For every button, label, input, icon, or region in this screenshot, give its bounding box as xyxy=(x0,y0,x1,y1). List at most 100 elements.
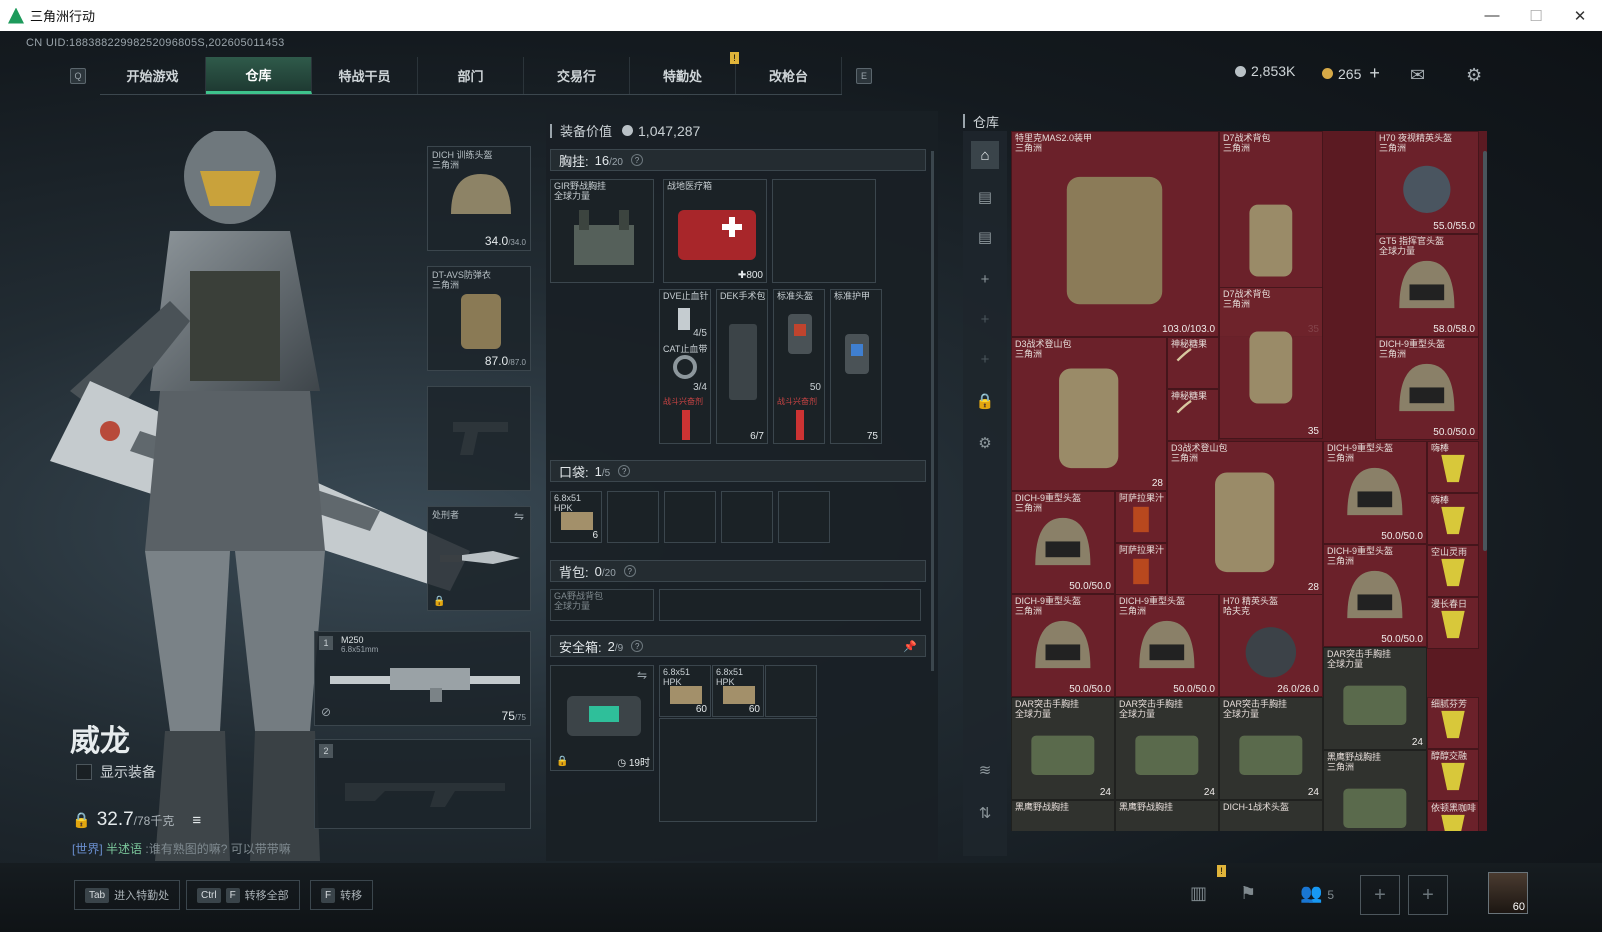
chat-user[interactable]: 半述语 xyxy=(106,842,142,856)
stash-item[interactable]: D7战术背包 三角洲 35 xyxy=(1219,287,1323,439)
armor-slot[interactable]: DT-AVS防弹衣 三角洲 87.0/87.0 xyxy=(427,266,531,371)
primary-weapon-slot[interactable]: 1 M250 6.8x51mm ⊘ 75/75 xyxy=(314,631,531,726)
stash-item[interactable]: 醇醇交融 xyxy=(1427,749,1479,801)
tab-operators[interactable]: 特战干员 xyxy=(312,57,418,94)
tab-gunsmith[interactable]: 改枪台 xyxy=(736,57,842,94)
prev-tab-key-hint[interactable]: Q xyxy=(70,68,86,84)
backpack-item[interactable]: GA野战背包 全球力量 xyxy=(550,589,654,621)
pistol-slot[interactable] xyxy=(427,386,531,491)
chest-rig-item[interactable]: GIR野战胸挂 全球力量 xyxy=(550,179,654,283)
next-tab-key-hint[interactable]: E xyxy=(856,68,872,84)
stash-item[interactable]: 黑鹰野战胸挂 三角洲 xyxy=(1323,750,1427,831)
add-page-icon[interactable]: + xyxy=(971,265,999,293)
empty-pocket-slot[interactable] xyxy=(664,491,716,543)
settings-gear-icon[interactable]: ⚙ xyxy=(971,429,999,457)
stats-chart-icon[interactable]: ▥ xyxy=(1190,883,1207,904)
swap-icon[interactable]: ⇋ xyxy=(637,668,647,682)
tab-special-ops[interactable]: 特勤处 xyxy=(630,57,736,94)
hemostat-item[interactable]: DVE止血针 4/5 CAT止血带 3/4 战斗兴奋剂 xyxy=(659,289,711,444)
stash-item[interactable]: DICH-1战术头盔 xyxy=(1219,800,1323,831)
stash-item[interactable]: 神秘糖果 xyxy=(1167,337,1219,389)
add-page-icon[interactable]: + xyxy=(971,345,999,373)
add-page-icon[interactable]: + xyxy=(971,305,999,333)
pin-icon[interactable]: 📌 xyxy=(903,640,917,653)
stash-item[interactable]: DICH-9重型头盔 三角洲 50.0/50.0 xyxy=(1323,441,1427,544)
helmet-repair-item[interactable]: 标准头盔 50 战斗兴奋剂 xyxy=(773,289,825,444)
stash-item[interactable]: 依顿黑咖啡 xyxy=(1427,801,1479,831)
enter-special-ops-hint[interactable]: Tab 进入特勤处 xyxy=(74,880,181,910)
help-icon[interactable]: ? xyxy=(623,565,636,577)
pocket-ammo-item[interactable]: 6.8x51 HPK 6 xyxy=(550,491,602,543)
stash-item[interactable]: 特里克MAS2.0装甲 三角洲 103.0/103.0 xyxy=(1011,131,1219,337)
surgery-kit-item[interactable]: DEK手术包 6/7 xyxy=(716,289,768,444)
world-chat[interactable]: [世界] 半述语 :谁有熟图的嘛? 可以带带嘛 xyxy=(72,840,291,857)
tab-start-game[interactable]: 开始游戏 xyxy=(100,57,206,94)
settings-gear-icon[interactable]: ⚙ xyxy=(1466,65,1482,86)
stash-item[interactable]: 黑鹰野战胸挂 xyxy=(1115,800,1219,831)
flag-icon[interactable]: ⚑ xyxy=(1240,883,1256,904)
melee-slot[interactable]: 处刑者 ⇋ 🔒 xyxy=(427,506,531,611)
help-icon[interactable]: ? xyxy=(631,640,644,652)
help-icon[interactable]: ? xyxy=(618,465,631,477)
show-equipment-checkbox[interactable] xyxy=(76,764,92,780)
stash-item[interactable]: 阿萨拉果汁 xyxy=(1115,491,1167,543)
stash-item[interactable]: 嗨棒 xyxy=(1427,441,1479,493)
stash-scrollbar[interactable] xyxy=(1483,151,1487,551)
layers-icon[interactable]: ≋ xyxy=(971,756,999,784)
loadout-scrollbar[interactable] xyxy=(931,151,934,671)
backpack-grid[interactable] xyxy=(659,589,921,621)
silver-currency[interactable]: 2,853K xyxy=(1235,63,1295,79)
empty-safe-grid[interactable] xyxy=(659,718,817,822)
stash-item[interactable]: 细腻芬芳 xyxy=(1427,697,1479,749)
stash-item[interactable]: DICH-9重型头盔 三角洲 50.0/50.0 xyxy=(1323,544,1427,647)
stash-home-icon[interactable]: ⌂ xyxy=(971,141,999,169)
safe-ammo-item[interactable]: 6.8x51 HPK 60 xyxy=(659,665,711,717)
help-icon[interactable]: ? xyxy=(631,154,643,166)
sort-icon[interactable]: ⇅ xyxy=(971,799,999,827)
medkit-item[interactable]: 战地医疗箱 ✚800 xyxy=(663,179,767,283)
stash-item[interactable]: DAR突击手胸挂 全球力量 24 xyxy=(1323,647,1427,750)
show-equipment-toggle[interactable]: 显示装备 xyxy=(76,762,156,782)
add-gold-button[interactable]: + xyxy=(1369,63,1380,84)
weight-details-icon[interactable]: ≡ xyxy=(192,812,201,829)
stash-item[interactable]: GT5 指挥官头盔 全球力量 58.0/58.0 xyxy=(1375,234,1479,337)
stash-item[interactable]: D3战术登山包 三角洲 28 xyxy=(1167,441,1323,595)
stash-item[interactable]: DICH-9重型头盔 三角洲 50.0/50.0 xyxy=(1375,337,1479,440)
close-button[interactable]: ✕ xyxy=(1558,0,1602,31)
safe-ammo-item[interactable]: 6.8x51 HPK 60 xyxy=(712,665,764,717)
empty-safe-slot[interactable] xyxy=(765,665,817,717)
stash-item[interactable]: 嗨棒 xyxy=(1427,493,1479,545)
stash-item[interactable]: DAR突击手胸挂 全球力量 24 xyxy=(1219,697,1323,800)
stash-item[interactable]: DAR突击手胸挂 全球力量 24 xyxy=(1011,697,1115,800)
friends-icon[interactable]: 👥 5 xyxy=(1300,883,1334,904)
empty-slot[interactable] xyxy=(772,179,876,283)
stash-item[interactable]: H70 夜视精英头盔 三角洲 55.0/55.0 xyxy=(1375,131,1479,234)
stash-page-5-icon[interactable]: ▤ xyxy=(971,223,999,251)
tab-department[interactable]: 部门 xyxy=(418,57,524,94)
player-avatar[interactable]: 60 xyxy=(1488,872,1528,914)
stash-item[interactable]: D3战术登山包 三角洲 28 xyxy=(1011,337,1167,491)
invite-slot-button[interactable]: + xyxy=(1408,875,1448,915)
stash-page-4-icon[interactable]: ▤ xyxy=(971,183,999,211)
stash-item[interactable]: DICH-9重型头盔 三角洲 50.0/50.0 xyxy=(1011,594,1115,697)
empty-pocket-slot[interactable] xyxy=(778,491,830,543)
stash-item[interactable]: DAR突击手胸挂 全球力量 24 xyxy=(1115,697,1219,800)
stash-item[interactable]: DICH-9重型头盔 三角洲 50.0/50.0 xyxy=(1011,491,1115,594)
stash-item[interactable]: 空山灵雨 xyxy=(1427,545,1479,597)
swap-icon[interactable]: ⇋ xyxy=(514,509,524,523)
stash-item[interactable]: 阿萨拉果汁 xyxy=(1115,543,1167,595)
empty-pocket-slot[interactable] xyxy=(721,491,773,543)
transfer-all-hint[interactable]: Ctrl F 转移全部 xyxy=(186,880,300,910)
maximize-button[interactable]: ☐ xyxy=(1514,0,1558,31)
minimize-button[interactable]: — xyxy=(1470,0,1514,31)
stash-item[interactable]: 漫长春日 xyxy=(1427,597,1479,649)
stash-item[interactable]: DICH-9重型头盔 三角洲 50.0/50.0 xyxy=(1115,594,1219,697)
gold-currency[interactable]: 265 + xyxy=(1322,63,1380,84)
tab-stash[interactable]: 仓库 xyxy=(206,57,312,94)
stash-grid[interactable]: 特里克MAS2.0装甲 三角洲 103.0/103.0 D7战术背包 三角洲 35 H7… xyxy=(1011,131,1487,831)
tab-market[interactable]: 交易行 xyxy=(524,57,630,94)
stash-item[interactable]: 神秘糖果 xyxy=(1167,389,1219,441)
mail-icon[interactable]: ✉ xyxy=(1410,65,1425,86)
invite-slot-button[interactable]: + xyxy=(1360,875,1400,915)
lock-icon[interactable]: 🔒 xyxy=(971,387,999,415)
